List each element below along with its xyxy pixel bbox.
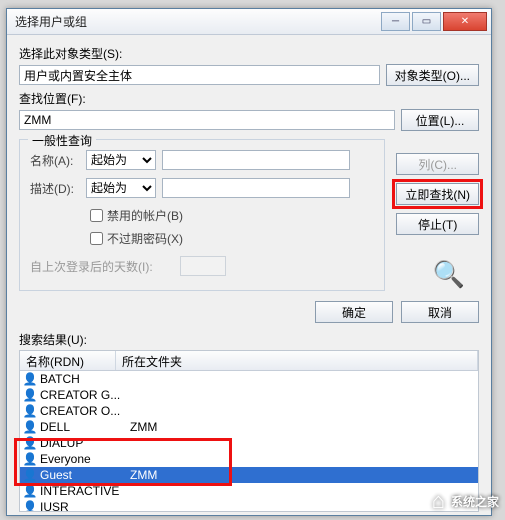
user-icon: 👤 <box>22 404 38 418</box>
titlebar[interactable]: 选择用户或组 ─ ▭ ✕ <box>7 9 491 35</box>
find-now-button[interactable]: 立即查找(N) <box>396 183 479 205</box>
location-input[interactable] <box>19 110 395 130</box>
table-row[interactable]: 👤DELLZMM <box>20 419 478 435</box>
table-row[interactable]: 👤CREATOR O... <box>20 403 478 419</box>
noexpire-checkbox[interactable]: 不过期密码(X) <box>86 229 374 248</box>
table-row[interactable]: 👤BATCH <box>20 371 478 387</box>
user-icon: 👤 <box>22 420 38 434</box>
title-text: 选择用户或组 <box>15 13 87 30</box>
user-icon: 👤 <box>22 484 38 498</box>
user-icon: 👤 <box>22 388 38 402</box>
table-row[interactable]: 👤INTERACTIVE <box>20 483 478 499</box>
watermark: ⌂ 系统之家 <box>432 488 499 514</box>
columns-button[interactable]: 列(C)... <box>396 153 479 175</box>
results-table[interactable]: 名称(RDN) 所在文件夹 👤BATCH👤CREATOR G...👤CREATO… <box>19 350 479 512</box>
table-row[interactable]: 👤GuestZMM <box>20 467 478 483</box>
object-type-label: 选择此对象类型(S): <box>19 45 479 62</box>
lastlogin-label: 自上次登录后的天数(I): <box>30 258 180 275</box>
object-type-input[interactable] <box>19 65 380 85</box>
col-folder[interactable]: 所在文件夹 <box>116 351 478 370</box>
desc-label: 描述(D): <box>30 180 86 197</box>
col-name[interactable]: 名称(RDN) <box>20 351 116 370</box>
table-header: 名称(RDN) 所在文件夹 <box>20 351 478 371</box>
location-label: 查找位置(F): <box>19 90 479 107</box>
user-icon: 👤 <box>22 436 38 450</box>
close-button[interactable]: ✕ <box>443 12 487 31</box>
table-row[interactable]: 👤IUSR <box>20 499 478 512</box>
object-type-button[interactable]: 对象类型(O)... <box>386 64 479 86</box>
table-row[interactable]: 👤CREATOR G... <box>20 387 478 403</box>
location-button[interactable]: 位置(L)... <box>401 109 479 131</box>
name-label: 名称(A): <box>30 152 86 169</box>
user-icon: 👤 <box>22 500 38 512</box>
dialog-buttons: 确定 取消 <box>7 291 491 329</box>
name-combo[interactable]: 起始为 <box>86 150 156 170</box>
query-group: 一般性查询 名称(A): 起始为 描述(D): 起始为 禁用的帐户(B) 不过期… <box>19 139 385 291</box>
table-row[interactable]: 👤Everyone <box>20 451 478 467</box>
disabled-accounts-checkbox[interactable]: 禁用的帐户(B) <box>86 206 374 225</box>
desc-input[interactable] <box>162 178 350 198</box>
results-label: 搜索结果(U): <box>7 329 491 350</box>
magnifier-icon: 🔍 <box>433 259 465 290</box>
user-icon: 👤 <box>22 372 38 386</box>
cancel-button[interactable]: 取消 <box>401 301 479 323</box>
maximize-button[interactable]: ▭ <box>412 12 441 31</box>
name-input[interactable] <box>162 150 350 170</box>
lastlogin-spinner <box>180 256 226 276</box>
user-icon: 👤 <box>22 468 38 482</box>
dialog-window: 选择用户或组 ─ ▭ ✕ 选择此对象类型(S): 对象类型(O)... 查找位置… <box>6 8 492 516</box>
user-icon: 👤 <box>22 452 38 466</box>
group-title: 一般性查询 <box>28 132 96 149</box>
minimize-button[interactable]: ─ <box>381 12 410 31</box>
side-buttons: 列(C)... 立即查找(N) 停止(T) <box>396 153 479 235</box>
desc-combo[interactable]: 起始为 <box>86 178 156 198</box>
house-icon: ⌂ <box>432 488 445 514</box>
stop-button[interactable]: 停止(T) <box>396 213 479 235</box>
table-row[interactable]: 👤DIALUP <box>20 435 478 451</box>
ok-button[interactable]: 确定 <box>315 301 393 323</box>
